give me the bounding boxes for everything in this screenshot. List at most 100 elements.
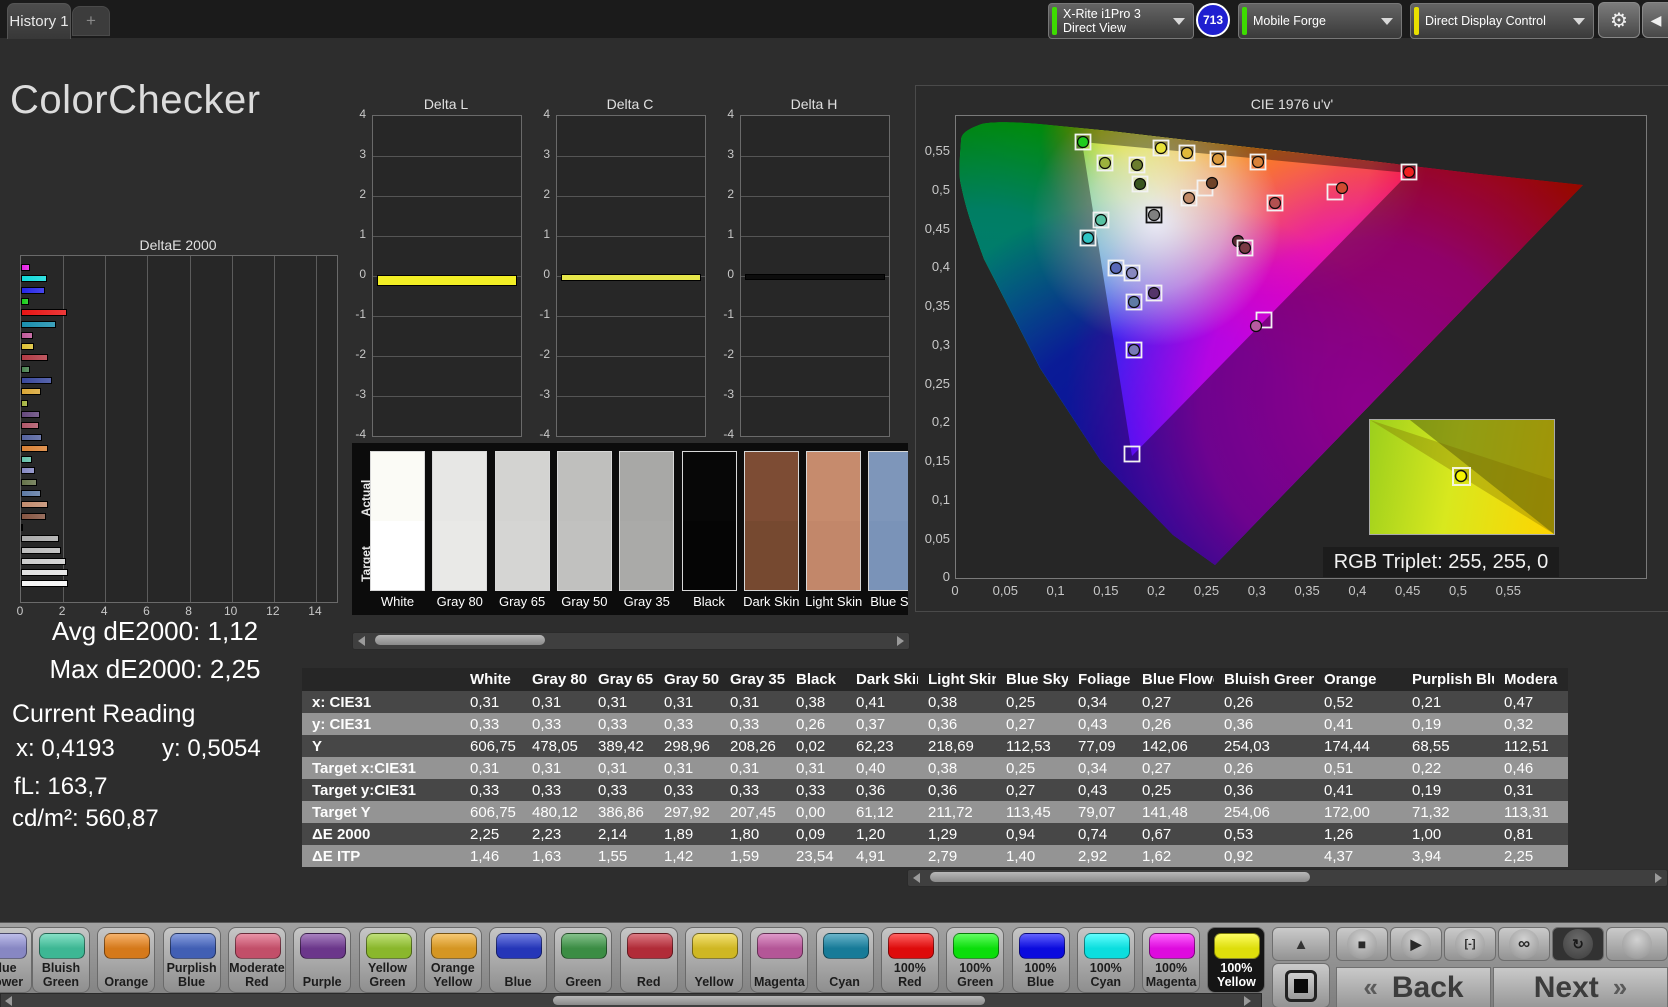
scroll-right-icon[interactable]: [897, 636, 904, 646]
delta-h-chart: [740, 115, 890, 437]
patch-button-100-magenta[interactable]: 100% Magenta: [1142, 927, 1201, 993]
swatch-gray-65: [494, 451, 550, 591]
pattern-scrollbar-thumb[interactable]: [553, 996, 985, 1005]
patch-button-purplish-blue[interactable]: Purplish Blue: [162, 927, 221, 993]
delta-y-tick: 4: [543, 107, 550, 121]
patch-button-100-green[interactable]: 100% Green: [946, 927, 1005, 993]
table-cell: 0,38: [918, 757, 996, 779]
scroll-right-icon[interactable]: [1655, 873, 1662, 883]
meter-count-badge[interactable]: 713: [1196, 3, 1230, 37]
cie-measured-dot: [1127, 343, 1141, 357]
patch-button-magenta[interactable]: Magenta: [750, 927, 809, 993]
patch-button-orange[interactable]: Orange: [97, 927, 156, 993]
scroll-left-icon[interactable]: [358, 636, 365, 646]
table-cell: 0,31: [654, 691, 720, 713]
meter-line2: Direct View: [1063, 21, 1126, 35]
patch-button-blue[interactable]: Blue: [489, 927, 548, 993]
scroll-right-icon[interactable]: [1244, 996, 1251, 1006]
patch-button-red[interactable]: Red: [619, 927, 678, 993]
patch-button-green[interactable]: Green: [554, 927, 613, 993]
swatch-strip: Actual Target White Gray 80 Gray 65 Gray 50…: [352, 443, 908, 615]
delta-y-tick: -1: [355, 307, 366, 321]
table-row: y: CIE31 0,33 0,33 0,33 0,33 0,33 0,26 0,37 0,36…: [302, 713, 1568, 735]
patch-button-blue-flower[interactable]: BlueFlower: [0, 927, 32, 993]
tab-history-1[interactable]: History 1: [7, 3, 71, 39]
cie-x-tick: 0,2: [1147, 583, 1166, 598]
row-label: ΔE ITP: [302, 845, 460, 867]
patch-color-chip: [1149, 933, 1196, 959]
patch-color-chip: [169, 933, 216, 959]
play-button[interactable]: ▶: [1390, 927, 1442, 961]
cie-measured-dot: [1211, 152, 1225, 166]
patch-button-cyan[interactable]: Cyan: [815, 927, 874, 993]
patch-color-chip: [0, 933, 27, 959]
cie-x-tick: 0,45: [1395, 583, 1421, 598]
table-cell: 0,31: [522, 757, 588, 779]
cie-measured-dot: [1109, 261, 1123, 275]
table-cell: 4,91: [846, 845, 918, 867]
meter-selector[interactable]: X-Rite i1Pro 3 Direct View: [1048, 3, 1194, 39]
swatch-scrollbar-thumb[interactable]: [375, 635, 545, 645]
chevron-double-left-icon: «: [1363, 972, 1378, 1002]
scroll-left-icon[interactable]: [5, 996, 12, 1006]
window-patch-button[interactable]: [1272, 963, 1330, 1007]
de2000-bar-purplish-blue: [21, 433, 43, 441]
table-cell: 2,25: [1494, 845, 1568, 867]
table-cell: 77,09: [1068, 735, 1132, 757]
add-tab-button[interactable]: +: [72, 6, 110, 36]
back-button[interactable]: « Back: [1336, 967, 1491, 1007]
cie-y-tick: 0,25: [924, 375, 950, 391]
loop-icon: ↻: [1563, 929, 1593, 959]
table-cell: 208,26: [720, 735, 786, 757]
extra-button[interactable]: [1606, 927, 1668, 961]
patch-button-yellow[interactable]: Yellow: [685, 927, 743, 993]
de2000-bar-gray-35: [21, 535, 59, 543]
pattern-size-button[interactable]: [-]: [1444, 927, 1496, 961]
loop-button[interactable]: ↻: [1552, 927, 1604, 961]
delta-y-tick: 1: [543, 227, 550, 241]
scroll-left-icon[interactable]: [913, 873, 920, 883]
settings-button[interactable]: ⚙: [1598, 2, 1640, 38]
cie-measured-dot: [1154, 141, 1168, 155]
chevron-down-icon: [1573, 17, 1585, 25]
stop-button[interactable]: ■: [1336, 927, 1388, 961]
display-control-selector[interactable]: Direct Display Control: [1410, 3, 1594, 39]
app-window: History 1 + X-Rite i1Pro 3 Direct View 7…: [0, 0, 1668, 1007]
patch-label: BlueFlower: [0, 961, 24, 989]
patch-label: 100% Red: [893, 961, 926, 989]
delta-chart-title: Delta C: [606, 96, 654, 112]
pattern-source-selector[interactable]: Mobile Forge: [1238, 3, 1402, 39]
table-cell: 211,72: [918, 801, 996, 823]
patch-color-chip: [1214, 933, 1261, 959]
table-cell: 2,23: [522, 823, 588, 845]
table-row: x: CIE31 0,31 0,31 0,31 0,31 0,31 0,38 0,41 0,38…: [302, 691, 1568, 713]
column-header: Gray 35: [720, 668, 786, 691]
delta-y-tick: 2: [359, 187, 366, 201]
column-header: Dark Skin: [846, 668, 918, 691]
patch-button-yellow-green[interactable]: Yellow Green: [358, 927, 417, 993]
table-scrollbar[interactable]: [907, 869, 1668, 887]
table-scrollbar-thumb[interactable]: [930, 872, 1310, 882]
table-cell: 3,94: [1402, 845, 1494, 867]
patch-button-100-cyan[interactable]: 100% Cyan: [1076, 927, 1135, 993]
column-header: [302, 668, 460, 691]
patch-button-moderate-red[interactable]: Moderate Red: [227, 927, 286, 993]
cie-x-tick: 0,25: [1193, 583, 1220, 598]
cie-measured-dot: [1098, 156, 1112, 170]
patch-button-100-yellow[interactable]: 100% Yellow: [1207, 927, 1266, 993]
patch-button-bluish-green[interactable]: Bluish Green: [32, 927, 90, 993]
pattern-list-up-button[interactable]: ▲: [1272, 927, 1330, 961]
pattern-scrollbar[interactable]: [0, 993, 1262, 1007]
swatch-scrollbar[interactable]: [352, 632, 910, 650]
swatch-label: Dark Skin: [743, 594, 800, 609]
next-button[interactable]: Next »: [1493, 967, 1668, 1007]
patch-button-orange-yellow[interactable]: Orange Yellow: [423, 927, 482, 993]
cie-plot: RGB Triplet: 255, 255, 0: [955, 115, 1647, 579]
continuous-button[interactable]: ∞: [1498, 927, 1550, 961]
table-cell: 112,53: [996, 735, 1068, 757]
patch-button-100-red[interactable]: 100% Red: [880, 927, 939, 993]
collapse-panel-button[interactable]: ◀: [1642, 2, 1668, 38]
patch-button-purple[interactable]: Purple: [293, 927, 352, 993]
measurement-table: White Gray 80 Gray 65 Gray 50 Gray 35 Black Da…: [302, 668, 1568, 867]
patch-button-100-blue[interactable]: 100% Blue: [1011, 927, 1070, 993]
